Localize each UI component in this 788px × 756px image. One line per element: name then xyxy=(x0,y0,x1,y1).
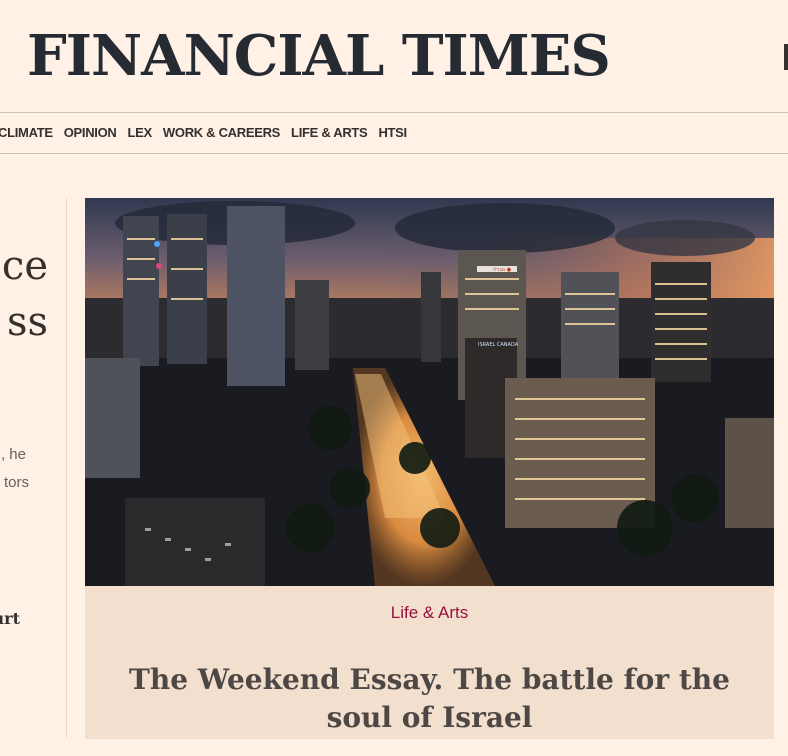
column-divider xyxy=(66,198,67,738)
masthead: FINANCIAL TIMES xyxy=(0,0,788,113)
nav-item-work-careers[interactable]: WORK & CAREERS xyxy=(163,125,280,140)
nav-item-climate[interactable]: CLIMATE xyxy=(0,125,53,140)
left-related-link-fragment[interactable]: urt xyxy=(0,609,20,628)
left-headline-fragment-1[interactable]: ce xyxy=(2,246,48,286)
feature-headline[interactable]: The Weekend Essay. The battle for the so… xyxy=(105,661,754,737)
feature-card[interactable]: ISRAEL CANADA מגדלי ● Life & Arts The We… xyxy=(85,198,774,739)
section-label[interactable]: Life & Arts xyxy=(85,603,774,623)
left-story-fragment: ce ss , he tors urt xyxy=(0,154,66,756)
nav-item-opinion[interactable]: OPINION xyxy=(64,125,117,140)
left-standfirst-fragment-1: , he xyxy=(0,446,26,463)
building-sign-israel-canada: ISRAEL CANADA xyxy=(478,342,519,348)
tel-aviv-night-photo: ISRAEL CANADA מגדלי ● xyxy=(85,198,774,586)
nav-item-life-arts[interactable]: LIFE & ARTS xyxy=(291,125,368,140)
menu-edge-icon[interactable] xyxy=(784,44,788,70)
ft-logo[interactable]: FINANCIAL TIMES xyxy=(27,22,611,90)
headline-bold-prefix: The Weekend Essay. xyxy=(129,663,444,697)
building-sign-hebrew: מגדלי ● xyxy=(493,267,512,273)
nav-item-lex[interactable]: LEX xyxy=(128,125,153,140)
nav-item-htsi[interactable]: HTSI xyxy=(378,125,407,140)
feature-photo[interactable]: ISRAEL CANADA מגדלי ● xyxy=(85,198,774,586)
section-nav: CLIMATE OPINION LEX WORK & CAREERS LIFE … xyxy=(0,113,788,154)
left-standfirst-fragment-2: tors xyxy=(3,474,29,491)
left-headline-fragment-2[interactable]: ss xyxy=(7,302,48,342)
